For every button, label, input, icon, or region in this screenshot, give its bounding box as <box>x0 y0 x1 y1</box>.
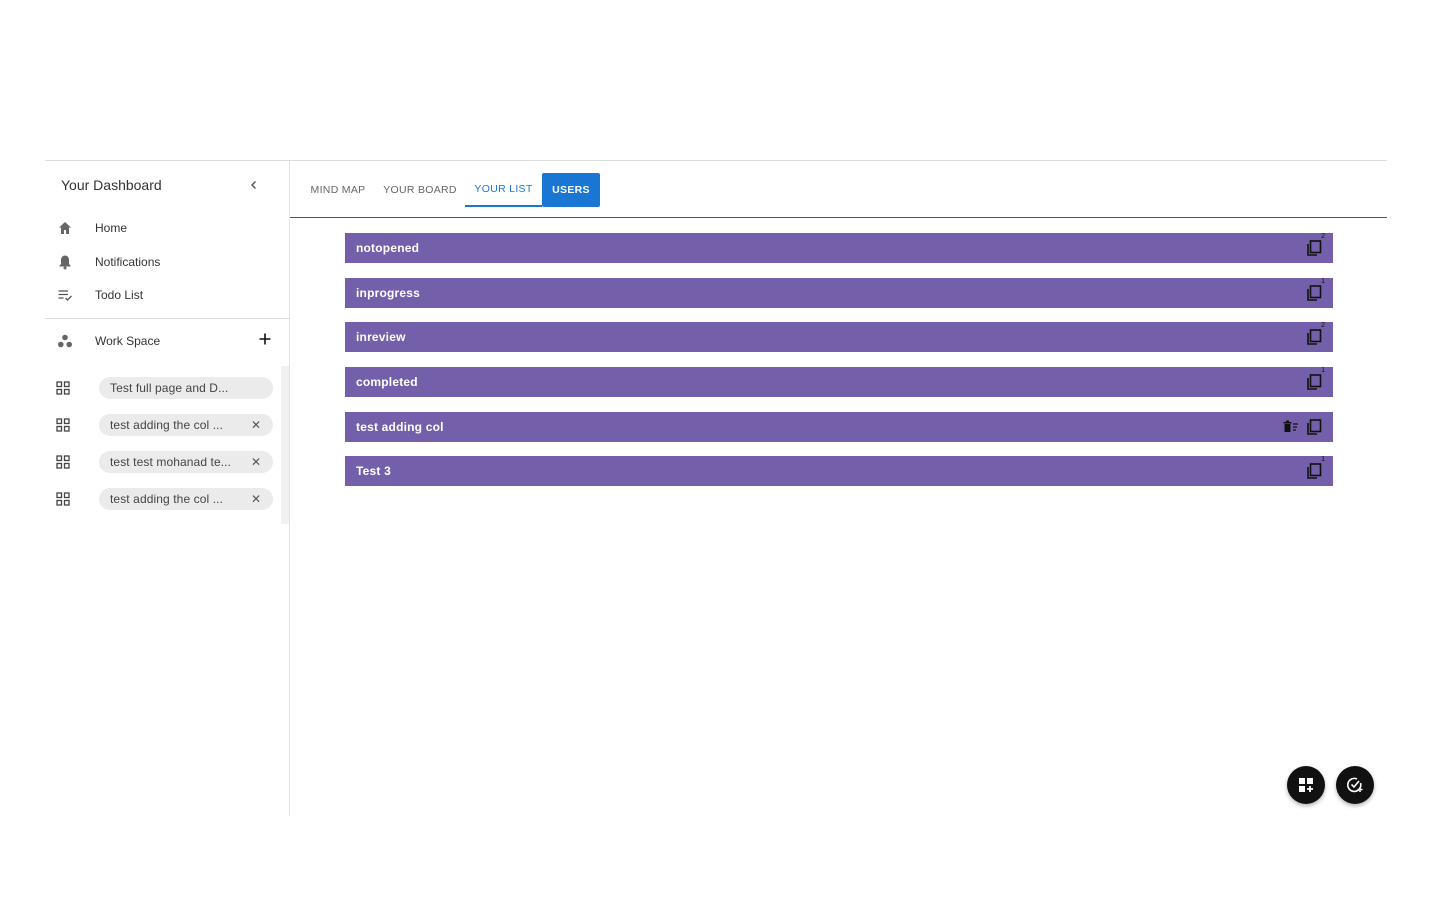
home-icon <box>55 218 75 238</box>
copy-icon <box>1307 240 1322 256</box>
dashboard-add-icon <box>1299 778 1313 792</box>
list-row-label: inreview <box>356 330 406 344</box>
nav-label-todo-list: Todo List <box>95 288 144 302</box>
list-row-label: completed <box>356 375 418 389</box>
nav-label-workspace: Work Space <box>95 334 161 348</box>
list-row[interactable]: inprogress 1 <box>345 278 1333 308</box>
row-actions: 1 <box>1305 278 1325 302</box>
nav-workspace[interactable]: Work Space <box>55 327 285 355</box>
copy-icon <box>1307 374 1322 390</box>
tab-mind-map[interactable]: MIND MAP <box>302 173 374 207</box>
workspace-chip-label: test test mohanad te... <box>110 455 232 469</box>
tab-your-board[interactable]: YOUR BOARD <box>376 173 464 207</box>
workspace-chip[interactable]: test adding the col ... ✕ <box>99 488 273 510</box>
sidebar-scrollbar[interactable] <box>281 366 289 524</box>
close-icon[interactable]: ✕ <box>251 455 261 469</box>
count-badge: 2 <box>1321 233 1325 240</box>
nav-label-notifications: Notifications <box>95 255 161 269</box>
workspace-icon <box>55 331 75 351</box>
sidebar-header: Your Dashboard <box>61 176 261 194</box>
list-row[interactable]: completed 1 <box>345 367 1333 397</box>
delete-sweep-icon <box>1283 420 1298 432</box>
checklist-icon <box>55 285 75 305</box>
copy-icon <box>1307 285 1322 301</box>
copy-button[interactable]: 1 <box>1305 367 1325 391</box>
workspace-chip-label: test adding the col ... <box>110 492 224 506</box>
workspace-chip-label: Test full page and D... <box>110 381 229 395</box>
workspace-chip[interactable]: Test full page and D... <box>99 377 273 399</box>
close-icon[interactable]: ✕ <box>251 418 261 432</box>
copy-icon <box>1307 419 1322 435</box>
grid-icon[interactable] <box>56 492 70 506</box>
nav-label-home: Home <box>95 221 128 235</box>
sidebar: Your Dashboard Home Notifications Todo L… <box>45 161 290 816</box>
row-actions: 2 <box>1305 233 1325 257</box>
close-icon[interactable]: ✕ <box>251 492 261 506</box>
copy-button[interactable]: 2 <box>1305 322 1325 346</box>
grid-icon[interactable] <box>56 455 70 469</box>
app-container: Your Dashboard Home Notifications Todo L… <box>45 160 1387 816</box>
list-row[interactable]: Test 3 1 <box>345 456 1333 486</box>
copy-icon <box>1307 463 1322 479</box>
workspace-item[interactable]: test adding the col ... ✕ <box>55 488 275 510</box>
list-row[interactable]: inreview 2 <box>345 322 1333 352</box>
tab-users[interactable]: USERS <box>542 173 600 207</box>
workspace-item[interactable]: test test mohanad te... ✕ <box>55 451 275 473</box>
view-tabs: MIND MAP YOUR BOARD YOUR LIST USERS <box>290 161 1387 218</box>
count-badge: 2 <box>1321 322 1325 329</box>
add-task-fab[interactable] <box>1336 766 1374 804</box>
row-actions: 1 <box>1305 456 1325 480</box>
row-actions: 1 <box>1305 367 1325 391</box>
chevron-left-icon <box>251 181 256 189</box>
workspace-chip[interactable]: test test mohanad te... ✕ <box>99 451 273 473</box>
grid-icon[interactable] <box>56 418 70 432</box>
plus-icon <box>259 333 271 345</box>
main-content: MIND MAP YOUR BOARD YOUR LIST USERS noto… <box>290 161 1387 816</box>
copy-button[interactable]: 1 <box>1305 456 1325 480</box>
list-row[interactable]: test adding col <box>345 412 1333 442</box>
add-workspace-button[interactable] <box>257 331 273 347</box>
task-add-icon <box>1347 777 1363 793</box>
add-board-fab[interactable] <box>1287 766 1325 804</box>
list-row-label: Test 3 <box>356 464 391 478</box>
nav-todo-list[interactable]: Todo List <box>55 281 285 309</box>
nav-home[interactable]: Home <box>55 214 285 242</box>
sidebar-divider <box>45 318 290 319</box>
workspace-item[interactable]: test adding the col ... ✕ <box>55 414 275 436</box>
copy-button[interactable] <box>1305 418 1323 436</box>
workspace-chip-label: test adding the col ... <box>110 418 224 432</box>
count-badge: 1 <box>1321 367 1325 374</box>
count-badge: 1 <box>1321 278 1325 285</box>
list-row-label: test adding col <box>356 420 444 434</box>
list-row-label: notopened <box>356 241 420 255</box>
workspace-chip[interactable]: test adding the col ... ✕ <box>99 414 273 436</box>
workspace-item[interactable]: Test full page and D... <box>55 377 275 399</box>
bell-icon <box>55 252 75 272</box>
collapse-sidebar-button[interactable] <box>247 177 261 193</box>
nav-notifications[interactable]: Notifications <box>55 248 285 276</box>
copy-button[interactable]: 2 <box>1305 233 1325 257</box>
row-actions <box>1283 418 1323 436</box>
list-row-label: inprogress <box>356 286 421 300</box>
grid-icon[interactable] <box>56 381 70 395</box>
copy-icon <box>1307 329 1322 345</box>
count-badge: 1 <box>1321 456 1325 463</box>
sidebar-title: Your Dashboard <box>61 177 162 193</box>
row-actions: 2 <box>1305 322 1325 346</box>
copy-button[interactable]: 1 <box>1305 278 1325 302</box>
list-row[interactable]: notopened 2 <box>345 233 1333 263</box>
delete-button[interactable] <box>1283 418 1299 436</box>
tab-your-list[interactable]: YOUR LIST <box>465 173 542 207</box>
